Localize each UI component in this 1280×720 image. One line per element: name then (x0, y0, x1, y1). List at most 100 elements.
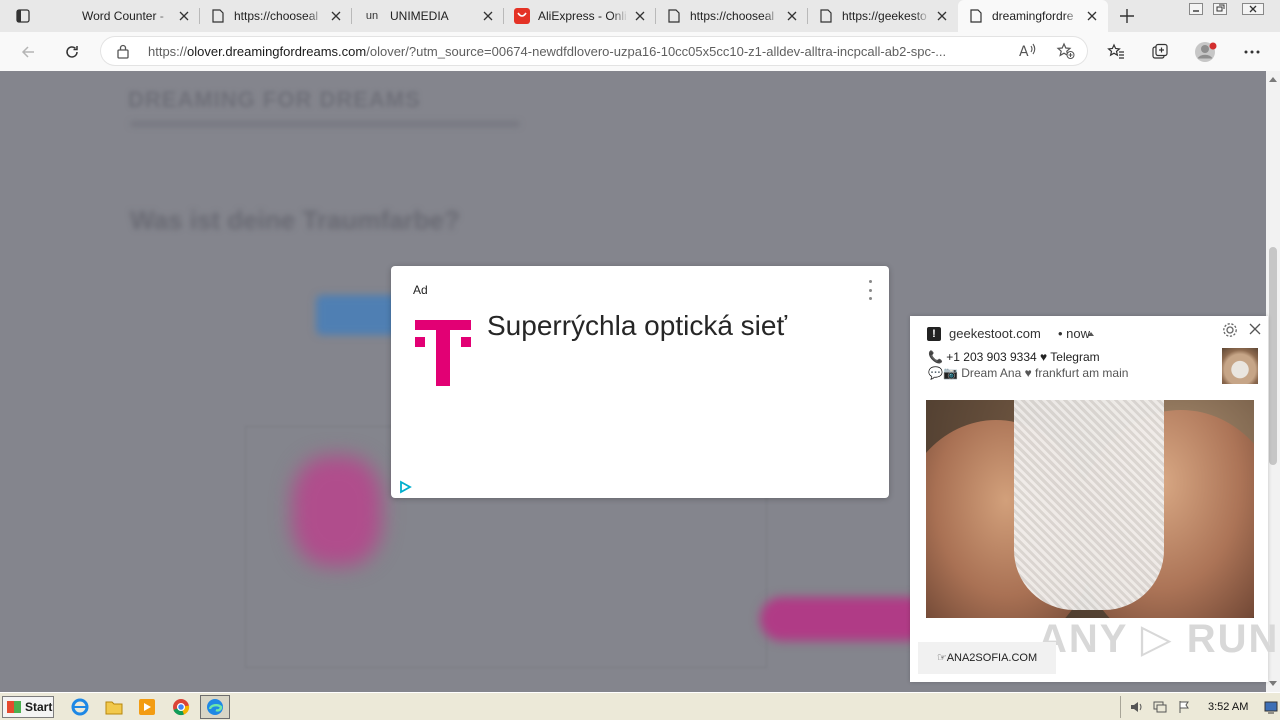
telekom-logo-icon[interactable] (415, 320, 471, 389)
push-notification[interactable]: ! geekestoot.com • now 📞 +1 203 903 9334… (910, 316, 1277, 682)
back-arrow-icon (21, 46, 34, 58)
profile-button[interactable] (1192, 38, 1220, 66)
page-blurred-cta (760, 597, 930, 641)
ad-label: Ad (413, 283, 428, 297)
minimize-icon (1189, 3, 1203, 15)
scroll-up-icon[interactable] (1269, 77, 1277, 82)
url-text[interactable]: https://olover.dreamingfordreams.com/olo… (148, 44, 1018, 59)
notification-thumbnail (1222, 348, 1258, 384)
url-path: /olover/?utm_source=00674-newdfdlovero-u… (366, 44, 947, 59)
restore-icon (1213, 3, 1227, 15)
more-dots-icon (1244, 50, 1260, 54)
tab-title: https://chooseal (690, 9, 775, 23)
taskbar: Start 3:52 AM (0, 692, 1280, 720)
scroll-down-icon[interactable] (1269, 681, 1277, 686)
aliexpress-icon (514, 8, 530, 24)
ad-menu-button[interactable] (865, 280, 875, 300)
show-desktop-icon[interactable] (1264, 700, 1278, 714)
page-blurred-image (292, 456, 382, 566)
plus-icon (1120, 9, 1134, 23)
tab-title: AliExpress - Onli (538, 9, 627, 23)
tab-title: UNIMEDIA (390, 9, 449, 23)
notification-line-1: 📞 +1 203 903 9334 ♥ Telegram (928, 350, 1100, 364)
ad-headline[interactable]: Superrýchla optická sieť (487, 310, 787, 342)
collections-icon (1152, 43, 1168, 59)
tab-chooseal-1[interactable]: https://chooseal (200, 0, 352, 32)
refresh-button[interactable] (58, 38, 86, 66)
system-tray (1120, 696, 1280, 718)
lock-icon[interactable] (116, 43, 130, 62)
network-icon[interactable] (1153, 700, 1167, 714)
close-tab-icon[interactable] (328, 8, 344, 24)
close-window-icon (1242, 3, 1264, 15)
refresh-icon (66, 46, 78, 58)
url-scheme: https:// (148, 44, 188, 59)
tab-unimedia[interactable]: un UNIMEDIA (352, 0, 504, 32)
close-tab-icon[interactable] (784, 8, 800, 24)
taskbar-clock: 3:52 AM (1208, 701, 1249, 713)
edge-icon (207, 699, 223, 715)
vertical-scrollbar[interactable] (1266, 71, 1280, 692)
new-tab-button[interactable] (1116, 5, 1138, 27)
read-aloud-icon[interactable]: A (1018, 42, 1038, 63)
scrollbar-thumb[interactable] (1269, 247, 1277, 465)
chevron-up-icon[interactable] (1088, 332, 1094, 336)
settings-more-button[interactable] (1238, 38, 1266, 66)
start-button[interactable]: Start (2, 696, 54, 718)
close-tab-icon[interactable] (480, 8, 496, 24)
action-center-flag-icon[interactable] (1177, 700, 1191, 714)
notification-site: geekestoot.com (949, 326, 1041, 341)
folder-icon[interactable] (104, 697, 124, 717)
blank-icon (58, 8, 74, 24)
ad-popup[interactable]: Ad Superrýchla optická sieť (391, 266, 889, 498)
close-tab-icon[interactable] (1084, 8, 1100, 24)
page-icon (666, 8, 682, 24)
notification-image[interactable] (926, 400, 1254, 618)
unimedia-icon: un (365, 10, 379, 22)
notification-line-2: 💬📷 Dream Ana ♥ frankfurt am main (928, 366, 1129, 380)
tab-actions-button[interactable] (8, 5, 38, 27)
page-icon (818, 8, 834, 24)
tab-title: https://geekesto (842, 9, 927, 23)
close-icon[interactable] (1248, 322, 1262, 339)
volume-icon[interactable] (1129, 700, 1143, 714)
tab-actions-icon (16, 9, 30, 23)
url-host: olover.dreamingfordreams.com (187, 44, 367, 59)
collections-button[interactable] (1146, 38, 1174, 66)
favorites-button[interactable] (1102, 38, 1130, 66)
taskbar-active-item[interactable] (200, 695, 230, 719)
close-tab-icon[interactable] (632, 8, 648, 24)
chrome-icon[interactable] (171, 697, 191, 717)
close-tab-icon[interactable] (934, 8, 950, 24)
avatar-icon (1195, 42, 1217, 62)
windows-logo-icon (7, 701, 21, 713)
address-bar[interactable]: https://olover.dreamingfordreams.com/olo… (100, 36, 1088, 66)
start-label: Start (25, 700, 53, 714)
media-player-icon[interactable] (137, 697, 157, 717)
tab-word-counter[interactable]: Word Counter - (48, 0, 200, 32)
tab-geekestoot[interactable]: https://geekesto (808, 0, 958, 32)
internet-explorer-icon[interactable] (70, 697, 90, 717)
add-favorite-icon[interactable] (1056, 42, 1076, 63)
notification-action-button[interactable]: ☞ANA2SOFIA.COM (918, 642, 1056, 674)
tab-chooseal-2[interactable]: https://chooseal (656, 0, 808, 32)
page-divider (130, 121, 520, 127)
tab-dreamingfordreams[interactable]: dreamingfordre (958, 0, 1108, 32)
svg-text:A: A (1019, 44, 1029, 60)
close-tab-icon[interactable] (176, 8, 192, 24)
back-button[interactable] (14, 38, 42, 66)
adchoices-icon[interactable] (398, 480, 412, 497)
page-site-title: DREAMING FOR DREAMS (128, 87, 421, 112)
page-icon (210, 8, 226, 24)
gear-icon[interactable] (1222, 322, 1238, 341)
page-heading: Was ist deine Traumfarbe? (130, 205, 460, 235)
browser-toolbar: https://olover.dreamingfordreams.com/olo… (0, 32, 1280, 72)
tab-title: Word Counter - (82, 9, 164, 23)
tab-title: https://chooseal (234, 9, 319, 23)
notification-badge-icon: ! (927, 327, 941, 341)
favorites-icon (1107, 43, 1124, 59)
notification-time: • now (1058, 326, 1091, 341)
close-window-button[interactable] (1236, 0, 1270, 18)
tab-aliexpress[interactable]: AliExpress - Onli (504, 0, 656, 32)
restore-button[interactable] (1206, 0, 1234, 18)
